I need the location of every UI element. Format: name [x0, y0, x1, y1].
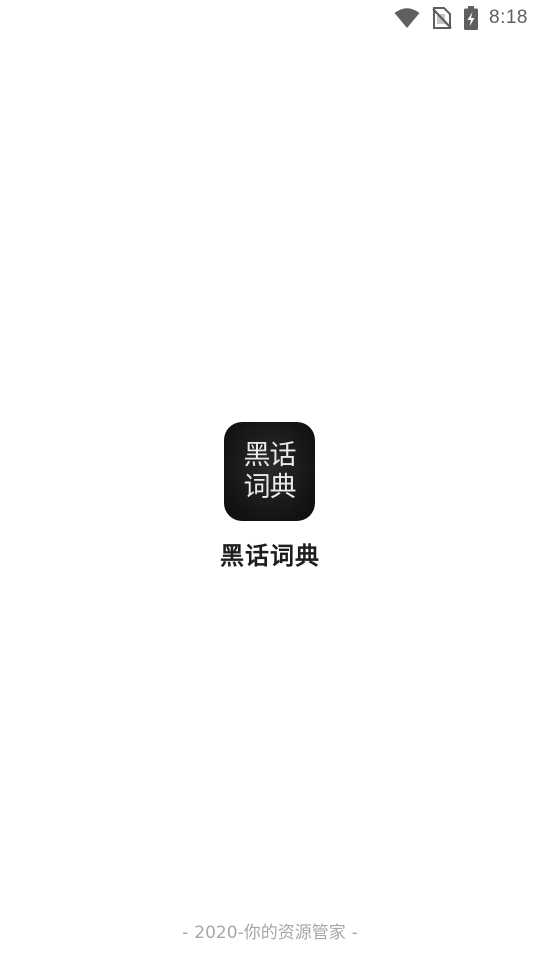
footer-slogan: -2020-你的资源管家 - [0, 920, 540, 946]
footer-text: 2020-你的资源管家 [194, 923, 346, 943]
footer-dash-left: - [182, 923, 189, 943]
wifi-icon [394, 7, 420, 29]
app-logo-icon: 黑话 词典 [224, 422, 315, 521]
status-time: 8:18 [489, 7, 528, 28]
status-icons: 8:18 [394, 5, 528, 31]
status-bar: 8:18 [0, 0, 540, 36]
battery-charging-icon [464, 6, 479, 30]
footer-dash-right: - [351, 923, 358, 943]
app-logo-text-line2: 词典 [243, 471, 297, 503]
app-logo-text-line1: 黑话 [243, 439, 297, 471]
no-sim-icon [432, 7, 452, 29]
app-name-title: 黑话词典 [220, 542, 320, 570]
